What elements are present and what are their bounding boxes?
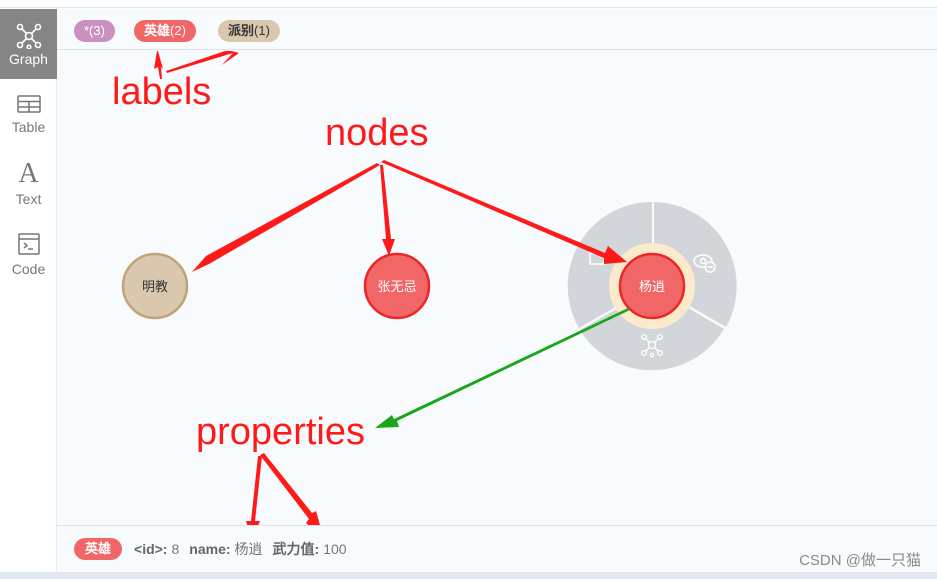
text-icon: A (18, 158, 39, 189)
label-name: 派别 (228, 23, 255, 38)
annotation-arrow (381, 160, 627, 264)
graph-svg: 明教 张无忌 杨逍 labels nodes properties (112, 50, 737, 541)
annotation-nodes: nodes (325, 112, 429, 154)
annotation-arrow (246, 456, 262, 541)
node-caption: 明教 (142, 279, 168, 294)
sidebar-item-label: Code (11, 261, 46, 277)
label-bar: *(3) 英雄(2) 派别(1) (57, 9, 937, 50)
top-bar (0, 0, 937, 8)
node-caption: 张无忌 (377, 279, 416, 294)
label-count: (1) (254, 23, 270, 38)
property-value: 杨逍 (234, 541, 263, 557)
graph-canvas[interactable]: 明教 张无忌 杨逍 labels nodes properties (57, 50, 937, 541)
graph-node[interactable]: 明教 (121, 252, 189, 320)
sidebar-item-text[interactable]: A Text (0, 149, 57, 219)
graph-icon (16, 23, 42, 49)
graph-node-selected[interactable]: 杨逍 (618, 252, 686, 320)
selected-label-badge[interactable]: 英雄 (74, 538, 123, 560)
watermark: CSDN @做一只猫 (799, 552, 921, 569)
annotation-arrow (375, 308, 630, 428)
property-key: name: (189, 541, 231, 557)
property-value: 100 (323, 541, 347, 557)
label-name: 英雄 (144, 23, 171, 38)
annotation-arrow (192, 163, 380, 272)
sidebar-item-table[interactable]: Table (0, 79, 57, 149)
sidebar-item-label: Graph (9, 51, 48, 67)
annotation-arrow (260, 453, 324, 539)
property-key: 武力值: (272, 541, 320, 557)
graph-panel: *(3) 英雄(2) 派别(1) 明教 张无忌 杨逍 labels nodes … (57, 9, 937, 572)
sidebar-item-graph[interactable]: Graph (0, 9, 57, 79)
code-icon (17, 233, 40, 255)
node-caption: 杨逍 (639, 279, 665, 294)
label-pill-hero[interactable]: 英雄(2) (134, 20, 196, 42)
property-key: <id>: (134, 541, 168, 557)
sidebar-item-code[interactable]: Code (0, 219, 57, 289)
sidebar: Graph Table A Text Code (0, 9, 57, 572)
label-pill-all[interactable]: *(3) (74, 20, 115, 42)
annotation-properties: properties (196, 411, 365, 453)
sidebar-item-label: Table (11, 119, 46, 135)
table-icon (16, 95, 41, 113)
label-count: (2) (170, 23, 186, 38)
annotation-arrow (380, 165, 395, 256)
graph-node[interactable]: 张无忌 (363, 252, 431, 320)
label-pill-sect[interactable]: 派别(1) (218, 20, 280, 42)
bottom-border (0, 572, 937, 579)
annotation-arrow (166, 50, 239, 73)
property-value: 8 (171, 541, 180, 557)
sidebar-item-label: Text (15, 191, 42, 207)
